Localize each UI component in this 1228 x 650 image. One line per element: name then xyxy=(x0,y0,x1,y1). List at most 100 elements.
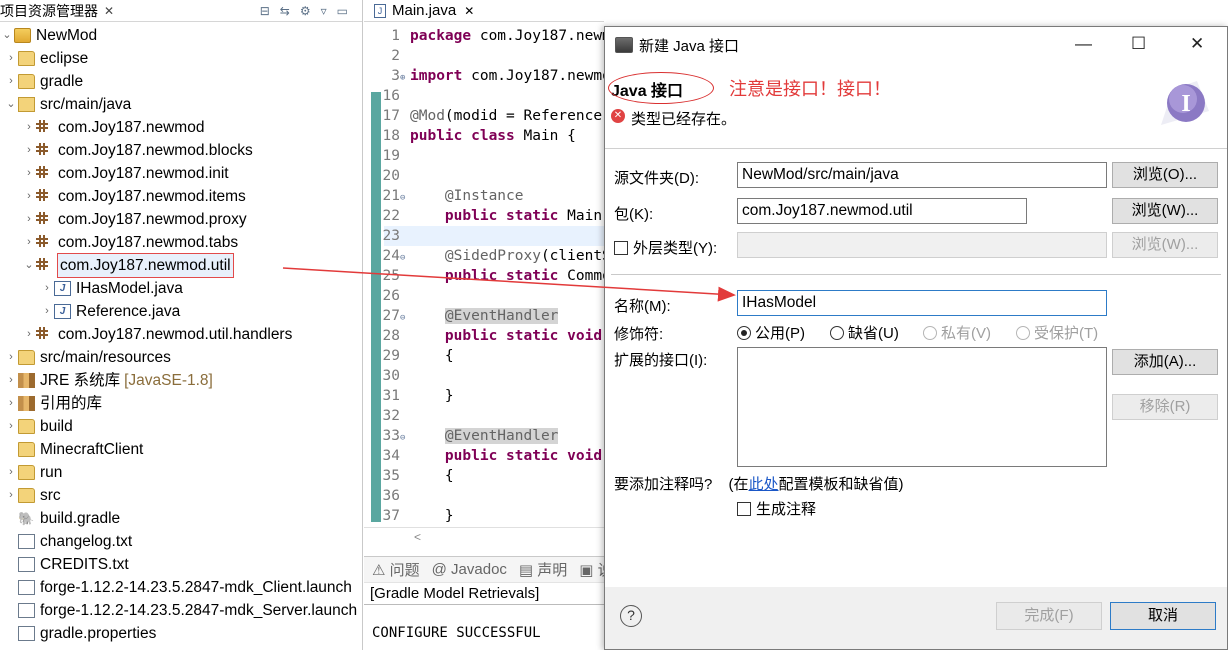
code-line[interactable]: 36 xyxy=(364,486,410,506)
collapsed-arrow-icon[interactable]: › xyxy=(4,369,18,392)
fold-toggle-icon[interactable]: ⊖ xyxy=(400,308,410,328)
tree-item[interactable]: › src xyxy=(4,484,61,507)
add-interface-button[interactable]: 添加(A)... xyxy=(1112,349,1218,375)
expanded-arrow-icon[interactable]: ⌄ xyxy=(4,93,18,116)
collapsed-arrow-icon[interactable]: › xyxy=(4,346,18,369)
tree-item[interactable]: › eclipse xyxy=(4,47,88,70)
extended-interfaces-list[interactable] xyxy=(737,347,1107,467)
fold-toggle-icon[interactable]: ⊖ xyxy=(400,428,410,448)
explorer-close-icon[interactable]: ✕ xyxy=(104,4,114,18)
tree-item[interactable]: › src/main/resources xyxy=(4,346,171,369)
code-line[interactable]: 18 public class Main { xyxy=(364,126,576,146)
link-editor-icon[interactable]: ⇆ xyxy=(280,4,290,18)
tree-item[interactable]: › com.Joy187.newmod.util.handlers xyxy=(22,323,292,346)
tab-problems[interactable]: ⚠ 问题 xyxy=(372,559,420,580)
collapsed-arrow-icon[interactable]: › xyxy=(4,70,18,93)
minimize-button[interactable]: — xyxy=(1075,34,1092,54)
tree-item[interactable]: ⌄ src/main/java xyxy=(4,93,131,116)
interface-name-input[interactable]: IHasModel xyxy=(737,290,1107,316)
tree-item[interactable]: CREDITS.txt xyxy=(4,553,129,576)
tree-item[interactable]: › JRE 系统库 [JavaSE-1.8] xyxy=(4,369,213,392)
tree-item[interactable]: › build xyxy=(4,415,73,438)
close-button[interactable]: ✕ xyxy=(1190,34,1204,54)
enclosing-type-checkbox[interactable]: 外层类型(Y): xyxy=(614,237,717,258)
code-line[interactable]: 23 xyxy=(364,226,410,246)
collapsed-arrow-icon[interactable]: › xyxy=(22,231,36,254)
finish-button[interactable]: 完成(F) xyxy=(996,602,1102,630)
collapsed-arrow-icon[interactable]: › xyxy=(22,323,36,346)
code-line[interactable]: 32 xyxy=(364,406,410,426)
tree-item[interactable]: ⌄ com.Joy187.newmod.util xyxy=(22,253,234,278)
tab-declaration[interactable]: ▤ 声明 xyxy=(519,559,567,580)
tree-item[interactable]: forge-1.12.2-14.23.5.2847-mdk_Client.lau… xyxy=(4,576,352,599)
configure-templates-link[interactable]: 此处 xyxy=(749,476,779,493)
tree-item[interactable]: MinecraftClient xyxy=(4,438,143,461)
code-line[interactable]: 2 xyxy=(364,46,410,66)
code-line[interactable]: 29 { xyxy=(364,346,454,366)
browse-enclosing-type-button[interactable]: 浏览(W)... xyxy=(1112,232,1218,258)
tree-item[interactable]: › com.Joy187.newmod.tabs xyxy=(22,231,238,254)
dialog-titlebar[interactable]: 新建 Java 接口 — ☐ ✕ xyxy=(605,27,1227,63)
code-line[interactable]: 1 package com.Joy187.newmod; xyxy=(364,26,637,46)
editor-horizontal-scrollbar[interactable]: < xyxy=(364,527,604,545)
view-menu-icon[interactable]: ▿ xyxy=(321,4,327,18)
tree-item[interactable]: 🐘 build.gradle xyxy=(4,507,120,530)
filter-icon[interactable]: ⚙ xyxy=(300,4,311,18)
code-line[interactable]: 26 xyxy=(364,286,410,306)
tree-item[interactable]: › com.Joy187.newmod.proxy xyxy=(22,208,247,231)
tree-item[interactable]: › com.Joy187.newmod.init xyxy=(22,162,228,185)
tree-item[interactable]: ⌄ NewMod xyxy=(0,24,97,47)
tree-item[interactable]: › 引用的库 xyxy=(4,392,102,415)
collapsed-arrow-icon[interactable]: › xyxy=(4,47,18,70)
collapsed-arrow-icon[interactable]: › xyxy=(22,208,36,231)
code-line[interactable]: 35 { xyxy=(364,466,454,486)
code-line[interactable]: 27⊖ @EventHandler xyxy=(364,306,559,328)
collapsed-arrow-icon[interactable]: › xyxy=(4,461,18,484)
tree-item[interactable]: › com.Joy187.newmod xyxy=(22,116,204,139)
modifier-public-radio[interactable]: 公用(P) xyxy=(737,322,805,343)
code-line[interactable]: 16 xyxy=(364,86,410,106)
tree-item[interactable]: › J IHasModel.java xyxy=(40,277,183,300)
collapsed-arrow-icon[interactable]: › xyxy=(22,139,36,162)
collapsed-arrow-icon[interactable]: › xyxy=(4,415,18,438)
collapsed-arrow-icon[interactable]: › xyxy=(22,185,36,208)
code-line[interactable]: 19 xyxy=(364,146,410,166)
collapsed-arrow-icon[interactable]: › xyxy=(4,392,18,415)
minimize-view-icon[interactable]: ▭ xyxy=(337,4,348,18)
collapsed-arrow-icon[interactable]: › xyxy=(40,277,54,300)
generate-comments-check-box[interactable] xyxy=(737,502,751,516)
code-line[interactable]: 30 xyxy=(364,366,410,386)
generate-comments-checkbox[interactable]: 生成注释 xyxy=(737,498,816,519)
tree-item[interactable]: gradle.properties xyxy=(4,622,156,645)
collapsed-arrow-icon[interactable]: › xyxy=(22,116,36,139)
close-tab-icon[interactable]: ✕ xyxy=(464,4,474,18)
modifier-private-radio[interactable]: 私有(V) xyxy=(923,322,991,343)
code-line[interactable]: 21⊖ @Instance xyxy=(364,186,524,206)
tree-item[interactable]: › J Reference.java xyxy=(40,300,180,323)
tree-item[interactable]: › gradle xyxy=(4,70,83,93)
editor-tab-main-java[interactable]: J Main.java ✕ xyxy=(364,0,604,22)
package-input[interactable]: com.Joy187.newmod.util xyxy=(737,198,1027,224)
tree-item[interactable]: › run xyxy=(4,461,62,484)
tab-javadoc[interactable]: @ Javadoc xyxy=(432,561,507,578)
modifier-protected-radio[interactable]: 受保护(T) xyxy=(1016,322,1098,343)
fold-toggle-icon[interactable]: ⊖ xyxy=(400,188,410,208)
enclosing-type-check-box[interactable] xyxy=(614,241,628,255)
code-line[interactable]: 20 xyxy=(364,166,410,186)
scroll-left-icon[interactable]: < xyxy=(414,530,421,544)
collapsed-arrow-icon[interactable]: › xyxy=(22,162,36,185)
code-line[interactable]: 33⊖ @EventHandler xyxy=(364,426,559,448)
cancel-button[interactable]: 取消 xyxy=(1110,602,1216,630)
collapse-all-icon[interactable]: ⊟ xyxy=(260,4,270,18)
collapsed-arrow-icon[interactable]: › xyxy=(4,484,18,507)
fold-toggle-icon[interactable]: ⊖ xyxy=(400,248,410,268)
code-line[interactable]: 31 } xyxy=(364,386,454,406)
explorer-title[interactable]: 项目资源管理器 xyxy=(0,1,98,21)
remove-interface-button[interactable]: 移除(R) xyxy=(1112,394,1218,420)
modifier-default-radio[interactable]: 缺省(U) xyxy=(830,322,899,343)
expanded-arrow-icon[interactable]: ⌄ xyxy=(22,254,36,277)
tree-item[interactable]: › com.Joy187.newmod.blocks xyxy=(22,139,253,162)
tree-item[interactable]: › com.Joy187.newmod.items xyxy=(22,185,246,208)
collapsed-arrow-icon[interactable]: › xyxy=(40,300,54,323)
enclosing-type-input[interactable] xyxy=(737,232,1107,258)
